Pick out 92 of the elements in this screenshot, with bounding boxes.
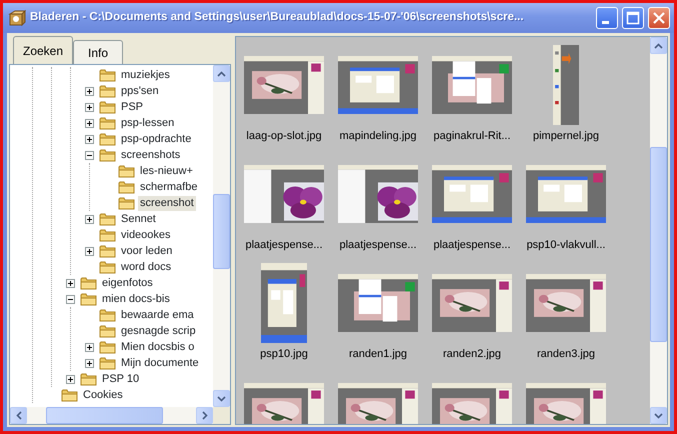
file-name[interactable]: paginakrul-Rit... <box>433 129 511 143</box>
folder-icon <box>99 100 116 114</box>
close-icon <box>652 11 666 25</box>
maximize-button[interactable] <box>622 7 644 29</box>
scrollbar-thumb[interactable] <box>213 194 230 269</box>
expand-icon[interactable] <box>85 102 94 112</box>
scrollbar-corner <box>213 407 230 424</box>
file-name[interactable]: psp10-vlakvull... <box>526 238 606 252</box>
expand-icon[interactable] <box>85 134 94 144</box>
tree-item[interactable]: Cookies <box>81 388 125 402</box>
file-name[interactable]: mapindeling.jpg <box>339 129 417 143</box>
app-icon <box>8 9 26 27</box>
tree-item[interactable]: Mien docsbis o <box>119 340 196 354</box>
scroll-up-button[interactable] <box>650 37 667 54</box>
window-title: Bladeren - C:\Documents and Settings\user\Bureaublad\docs-15-07-'06\screenshots\scre... <box>30 10 525 26</box>
expand-icon[interactable] <box>66 374 75 384</box>
expand-icon[interactable] <box>85 214 94 224</box>
tree-item[interactable]: Mijn documente <box>119 356 201 370</box>
chevron-right-icon <box>202 411 208 420</box>
scroll-down-button[interactable] <box>650 407 667 424</box>
folder-icon <box>80 276 97 290</box>
tree-item[interactable]: screenshot <box>138 196 196 210</box>
folder-icon <box>99 68 116 82</box>
folder-icon <box>80 372 97 386</box>
tree-item[interactable]: muziekjes <box>119 68 172 82</box>
folder-icon <box>118 196 135 210</box>
tree-item[interactable]: Sennet <box>119 212 158 226</box>
expand-icon[interactable] <box>85 118 94 128</box>
close-button[interactable] <box>648 7 670 29</box>
scroll-right-button[interactable] <box>196 407 213 424</box>
file-name[interactable]: randen2.jpg <box>442 347 502 361</box>
folder-icon <box>99 84 116 98</box>
folder-icon <box>99 356 116 370</box>
tree-item[interactable]: pps'sen <box>119 84 161 98</box>
tree-item[interactable]: screenshots <box>119 148 182 162</box>
tree-item[interactable]: voor leden <box>119 244 174 258</box>
tree-item[interactable]: schermafbe <box>138 180 200 194</box>
maximize-icon <box>626 11 640 25</box>
folder-icon <box>99 132 116 146</box>
expand-icon[interactable] <box>85 342 94 352</box>
tab[interactable]: Zoeken <box>13 36 74 64</box>
collapse-icon[interactable] <box>85 150 94 160</box>
tree-item[interactable]: PSP 10 <box>100 372 142 386</box>
folder-icon <box>99 308 116 322</box>
scrollbar-thumb[interactable] <box>46 407 163 424</box>
folder-icon <box>61 388 78 402</box>
folder-icon <box>99 324 116 338</box>
scroll-up-button[interactable] <box>213 65 230 82</box>
chevron-left-icon <box>16 411 22 420</box>
file-name[interactable]: psp10.jpg <box>260 347 308 361</box>
tree-item[interactable]: psp-opdrachte <box>119 132 194 146</box>
chevron-up-icon <box>217 70 226 76</box>
file-name[interactable]: plaatjespense... <box>245 238 323 252</box>
file-name[interactable]: pimpernel.jpg <box>532 129 600 143</box>
file-name[interactable]: randen1.jpg <box>348 347 408 361</box>
expand-icon[interactable] <box>85 86 94 96</box>
tree-item[interactable]: les-nieuw+ <box>138 164 195 178</box>
expand-icon[interactable] <box>85 358 94 368</box>
chevron-up-icon <box>654 42 663 48</box>
chevron-down-icon <box>654 412 663 418</box>
chevron-down-icon <box>217 396 226 402</box>
collapse-icon[interactable] <box>66 294 75 304</box>
minimize-button[interactable] <box>596 7 618 29</box>
scroll-left-button[interactable] <box>10 407 27 424</box>
expand-icon[interactable] <box>85 246 94 256</box>
tree-item[interactable]: gesnagde scrip <box>119 324 198 338</box>
folder-icon <box>99 260 116 274</box>
folder-icon <box>80 292 97 306</box>
tab[interactable]: Info <box>73 40 124 64</box>
scroll-down-button[interactable] <box>213 390 230 407</box>
folder-icon <box>99 340 116 354</box>
folder-icon <box>99 244 116 258</box>
tree-item[interactable]: PSP <box>119 100 146 114</box>
folder-icon <box>99 116 116 130</box>
tree-item[interactable]: eigenfotos <box>100 276 155 290</box>
file-name[interactable]: randen3.jpg <box>536 347 596 361</box>
expand-icon[interactable] <box>66 278 75 288</box>
file-name[interactable]: plaatjespense... <box>339 238 417 252</box>
scrollbar-thumb[interactable] <box>650 147 667 342</box>
tree-item[interactable]: word docs <box>119 260 174 274</box>
folder-icon <box>99 212 116 226</box>
tree-item[interactable]: mien docs-bis <box>100 292 172 306</box>
minimize-icon <box>602 20 608 24</box>
folder-icon <box>99 228 116 242</box>
tree-item[interactable]: psp-lessen <box>119 116 176 130</box>
folder-icon <box>118 180 135 194</box>
folder-icon <box>99 148 116 162</box>
file-name[interactable]: laag-op-slot.jpg <box>246 129 322 143</box>
folder-icon <box>118 164 135 178</box>
tree-item[interactable]: videookes <box>119 228 173 242</box>
tree-item[interactable]: bewaarde ema <box>119 308 196 322</box>
file-name[interactable]: plaatjespense... <box>433 238 511 252</box>
